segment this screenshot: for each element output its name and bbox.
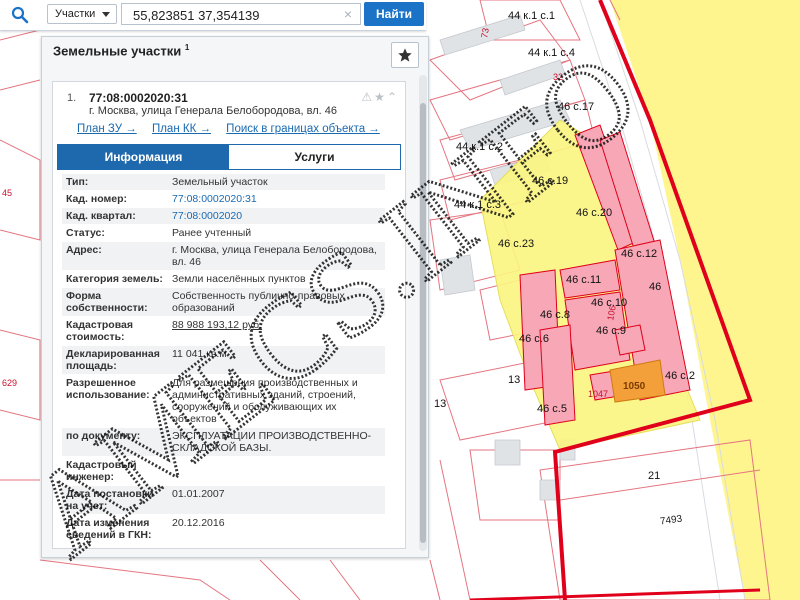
search-icon[interactable] [0,0,40,30]
search-scope-label: Участки [55,8,96,20]
table-row: Форма собственности: Собственность публич… [62,287,385,317]
map-label: 1047 [588,389,609,399]
map-label: 32 [553,72,564,82]
map-label: 44 к.1 с.3 [454,199,502,211]
card-action-icons[interactable]: ⚠★⌃ [361,90,399,104]
result-count: 1 [184,43,190,52]
tab-information[interactable]: Информация [58,145,229,169]
attr-key: по документу: [62,427,168,457]
table-row: Кад. номер: 77:08:0002020:31 [62,190,385,208]
map-label: 13 [434,398,447,410]
plan-kk-link[interactable]: План КК → [152,123,211,135]
attr-key: Разрешенное использование: [62,374,168,428]
map-label: 73 [479,27,491,39]
map-label: 1050 [623,381,646,392]
attr-value: 88 988 193,12 руб. [168,316,385,346]
table-row: Кад. квартал: 77:08:0002020 [62,207,385,225]
attr-key: Кад. квартал: [62,207,168,225]
attr-key: Тип: [62,174,168,191]
table-row: Кадастровый инженер: [62,456,385,486]
attr-value: Земли населённых пунктов [168,270,385,288]
map-label: 46 с.6 [519,333,549,345]
table-row: Статус: Ранее учтенный [62,224,385,242]
table-row: Дата постановки на учет: 01.01.2007 [62,485,385,515]
attr-key: Дата постановки на учет: [62,485,168,515]
panel-title-text: Земельные участки [53,43,182,59]
map-label: 629 [2,378,18,388]
table-row: Категория земель: Земли населённых пункто… [62,270,385,288]
search-bar: Участки × Найти [0,0,426,31]
attr-value: 01.01.2007 [168,485,385,515]
map-label: 46 с.5 [537,403,567,415]
map-label: 46 с.17 [558,101,595,113]
table-row: по документу: ЭКСПЛУАТАЦИИ ПРОИЗВОДСТВЕНН… [62,427,385,457]
parcel-address: г. Москва, улица Генерала Белобородова, … [89,105,337,117]
map-label: 46 с.8 [540,309,570,321]
scrollbar-thumb[interactable] [420,103,426,543]
attr-key: Декларированная площадь: [62,345,168,375]
attr-value [168,456,385,486]
attr-value: 11 041 кв.м [168,345,385,375]
favorites-button[interactable] [391,42,419,68]
attr-key: Кадастровая стоимость: [62,316,168,346]
attr-value: Для размещения производственных и админи… [168,374,385,428]
map-label: 46 [649,281,662,293]
attr-value: Земельный участок [168,174,385,191]
map-label: 46 с.19 [532,175,569,187]
star-icon [398,48,412,62]
card-tabs: Информация Услуги [57,144,401,170]
attr-key: Категория земель: [62,270,168,288]
attr-value: г. Москва, улица Генерала Белобородова, … [168,241,385,271]
find-button[interactable]: Найти [364,2,424,26]
attr-key: Кадастровый инженер: [62,456,168,486]
attr-key: Адрес: [62,241,168,271]
panel-title: Земельные участки 1 [53,43,189,58]
map-label: 46 с.20 [576,207,613,219]
map-label: 46 с.23 [498,238,535,250]
attributes-table: Тип: Земельный участок Кад. номер: 77:08:0… [62,174,385,544]
attr-value: Собственность публично-правовых образова… [168,287,385,317]
table-row: Разрешенное использование: Для размещения… [62,374,385,428]
attr-value: 20.12.2016 [168,514,385,544]
tab-services[interactable]: Услуги [229,145,400,169]
attr-value-link[interactable]: 77:08:0002020 [168,207,385,225]
map-label: 46 с.12 [621,248,658,260]
attr-key: Дата изменения сведений в ГКН: [62,514,168,544]
map-label: 46 с.9 [596,325,626,337]
table-row: Тип: Земельный участок [62,174,385,191]
search-in-bounds-link[interactable]: Поиск в границах объекта → [226,123,380,135]
table-row: Декларированная площадь: 11 041 кв.м [62,345,385,375]
map-label: 45 [2,188,13,198]
attr-value: ЭКСПЛУАТАЦИИ ПРОИЗВОДСТВЕННО-СКЛАДСКОЙ Б… [168,427,385,457]
chevron-down-icon [102,12,110,17]
map-label: 46 с.2 [665,370,695,382]
clear-icon[interactable]: × [340,6,356,22]
search-input[interactable] [121,3,361,25]
map-label: 21 [648,470,661,482]
map-label: 13 [508,374,521,386]
table-row: Дата изменения сведений в ГКН: 20.12.2016 [62,514,385,544]
map-label: 44 к.1 с.1 [508,10,556,22]
attr-key: Форма собственности: [62,287,168,317]
map-label: 44 к.1 с.4 [528,47,576,59]
attr-value: Ранее учтенный [168,224,385,242]
result-number: 1. [67,92,77,104]
results-panel: Земельные участки 1 1. 77:08:0002020:31 … [41,36,429,558]
map-label: 44 к.1 с.2 [456,141,504,153]
cadastral-number[interactable]: 77:08:0002020:31 [89,91,188,105]
attr-key: Кад. номер: [62,190,168,208]
search-scope-select[interactable]: Участки [47,4,117,24]
attr-key: Статус: [62,224,168,242]
scrollbar[interactable] [419,75,427,551]
parcel-card: 1. 77:08:0002020:31 г. Москва, улица Ген… [52,81,406,549]
plan-zu-link[interactable]: План ЗУ → [77,123,137,135]
map-label: 46 с.11 [566,274,602,286]
table-row: Адрес: г. Москва, улица Генерала Белоборо… [62,241,385,271]
attr-value-link[interactable]: 77:08:0002020:31 [168,190,385,208]
card-links: План ЗУ → План КК → Поиск в границах объ… [77,123,392,135]
table-row: Кадастровая стоимость: 88 988 193,12 руб. [62,316,385,346]
